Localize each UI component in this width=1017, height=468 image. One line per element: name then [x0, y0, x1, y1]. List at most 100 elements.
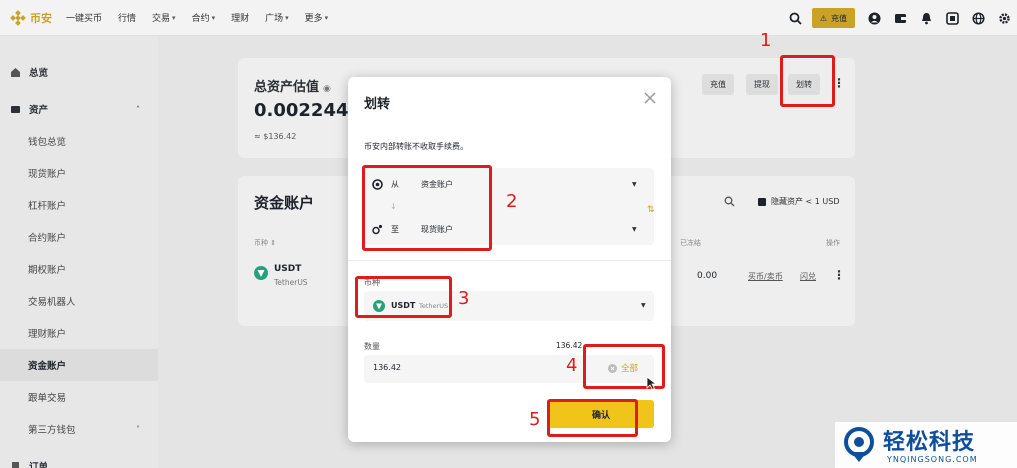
sidebar-item-assets[interactable]: 资产 ˄: [0, 93, 158, 125]
nav-item-more[interactable]: 更多 ▾: [305, 11, 329, 25]
close-icon[interactable]: [643, 91, 657, 105]
checkbox-checked[interactable]: [758, 197, 766, 206]
nav-item-trade[interactable]: 交易 ▾: [152, 11, 176, 25]
sidebar: 总览 资产 ˄ 钱包总览 现货账户 杠杆账户 合约账户 期权账户 交易机器人 理…: [0, 36, 158, 468]
sidebar-item-label: 钱包总览: [28, 137, 67, 148]
total-assets-title-text: 总资产估值: [254, 80, 320, 95]
search-icon[interactable]: [724, 196, 735, 207]
sidebar-item-wallet-overview[interactable]: 钱包总览: [0, 125, 158, 157]
sidebar-item-label: 合约账户: [28, 233, 67, 244]
watermark: 轻松科技 YNQINGSONG.COM: [835, 422, 1017, 468]
sidebar-item-third-party-wallet[interactable]: 第三方钱包 ˅: [0, 413, 158, 445]
column-header-frozen: 已冻结: [680, 239, 701, 247]
sidebar-item-orders[interactable]: 订单: [0, 450, 158, 468]
annotation-number-2: 2: [506, 191, 518, 212]
withdraw-action-button[interactable]: 提现: [746, 74, 778, 95]
hide-small-assets-toggle[interactable]: 隐藏资产 < 1 USD: [758, 196, 840, 207]
sidebar-item-label: 跟单交易: [28, 393, 67, 404]
nav-item-label: 合约: [191, 14, 210, 24]
user-icon[interactable]: [868, 12, 881, 25]
swap-direction-icon[interactable]: ⇅: [647, 205, 655, 215]
buy-sell-link[interactable]: 买币/卖币: [748, 271, 783, 282]
chevron-down-icon: ▾: [211, 13, 216, 22]
quantity-label: 数量: [364, 342, 380, 351]
annotation-box-1: [780, 55, 835, 107]
total-assets-title: 总资产估值 ◉: [254, 76, 331, 95]
top-right-toolbar: ⚠ 充值: [776, 0, 1011, 36]
total-assets-usd: ≈ $136.42: [254, 132, 297, 141]
annotation-number-5: 5: [529, 409, 541, 430]
chevron-down-icon: ˅: [136, 424, 140, 434]
annotation-box-2: [362, 165, 492, 251]
brand-logo[interactable]: 币安: [10, 9, 52, 26]
available-balance: 136.42: [556, 341, 582, 350]
chevron-down-icon: ▾: [324, 13, 329, 22]
binance-logo-icon: [10, 9, 26, 26]
sidebar-item-options-account[interactable]: 期权账户: [0, 253, 158, 285]
sidebar-item-copy-trading[interactable]: 跟单交易: [0, 381, 158, 413]
top-navigation-bar: 币安 一键买币 行情 交易 ▾ 合约 ▾ 理财 广场 ▾ 更多 ▾ ⚠ 充值: [0, 0, 1017, 36]
nav-item-label: 一键买币: [66, 14, 103, 24]
sidebar-item-earn-account[interactable]: 理财账户: [0, 317, 158, 349]
sidebar-item-label: 交易机器人: [28, 297, 76, 308]
deposit-button-label: 充值: [831, 13, 847, 23]
modal-divider: [348, 260, 671, 261]
available-balance-value: 136.42: [556, 341, 583, 350]
nav-item-futures[interactable]: 合约 ▾: [191, 11, 216, 25]
modal-title: 划转: [364, 97, 391, 112]
sidebar-item-trading-bots[interactable]: 交易机器人: [0, 285, 158, 317]
sidebar-item-label: 杠杆账户: [28, 201, 67, 212]
hide-small-assets-label: 隐藏资产 < 1 USD: [771, 197, 840, 206]
coin-full-name: TetherUS: [274, 278, 308, 287]
search-icon[interactable]: [789, 12, 802, 25]
sidebar-item-label: 总览: [29, 68, 49, 79]
globe-icon[interactable]: [972, 11, 985, 25]
sidebar-item-margin-account[interactable]: 杠杆账户: [0, 189, 158, 221]
sidebar-item-spot-account[interactable]: 现货账户: [0, 157, 158, 189]
wallet-icon[interactable]: [894, 12, 907, 25]
sidebar-item-label: 第三方钱包: [28, 425, 76, 436]
order-icon: [12, 461, 19, 468]
nav-item-markets[interactable]: 行情: [118, 11, 136, 24]
watermark-url: YNQINGSONG.COM: [887, 455, 978, 464]
watermark-logo-icon: [844, 427, 874, 462]
funding-account-title: 资金账户: [254, 194, 315, 212]
chevron-down-icon: ▼: [641, 302, 646, 309]
sidebar-item-futures-account[interactable]: 合约账户: [0, 221, 158, 253]
nav-item-buy-crypto[interactable]: 一键买币: [66, 11, 102, 24]
sidebar-item-overview[interactable]: 总览: [0, 56, 158, 88]
chevron-down-icon[interactable]: ▼: [632, 181, 637, 188]
annotation-number-1: 1: [760, 30, 772, 51]
sidebar-item-label: 资产: [29, 105, 49, 116]
column-header-coin[interactable]: 币种 ⇕: [254, 238, 276, 248]
chevron-down-icon: ▾: [172, 13, 176, 22]
sidebar-item-label: 现货账户: [28, 169, 67, 180]
fee-note: 币安内部转账不收取手续费。: [364, 142, 468, 151]
deposit-action-button[interactable]: 充值: [702, 74, 734, 95]
settings-icon[interactable]: [998, 12, 1011, 25]
quantity-input[interactable]: [373, 363, 543, 372]
more-options-icon[interactable]: ⋮: [833, 268, 845, 282]
warning-icon: ⚠: [819, 13, 827, 23]
annotation-box-3: [355, 276, 452, 318]
deposit-button[interactable]: ⚠ 充值: [811, 8, 855, 28]
convert-link[interactable]: 闪兑: [800, 271, 816, 282]
bell-icon[interactable]: [920, 12, 933, 25]
brand-name: 币安: [30, 11, 52, 25]
chevron-down-icon[interactable]: ▼: [632, 226, 637, 233]
nav-item-earn[interactable]: 理财: [231, 11, 249, 24]
sidebar-item-funding-account[interactable]: 资金账户: [0, 349, 158, 381]
download-icon[interactable]: [946, 11, 959, 25]
frozen-value: 0.00: [697, 271, 718, 281]
annotation-number-3: 3: [458, 288, 470, 309]
coin-symbol: USDT: [274, 264, 302, 274]
sidebar-item-label: 理财账户: [28, 329, 67, 340]
nav-item-label: 广场: [265, 14, 284, 24]
eye-icon[interactable]: ◉: [323, 84, 331, 94]
sidebar-item-label: 资金账户: [28, 361, 67, 372]
nav-item-square[interactable]: 广场 ▾: [265, 11, 289, 25]
nav-item-label: 交易: [152, 14, 171, 24]
total-assets-amount: 0.0022443: [254, 100, 362, 121]
sidebar-item-label: 订单: [29, 462, 49, 468]
annotation-box-5: [547, 399, 638, 437]
